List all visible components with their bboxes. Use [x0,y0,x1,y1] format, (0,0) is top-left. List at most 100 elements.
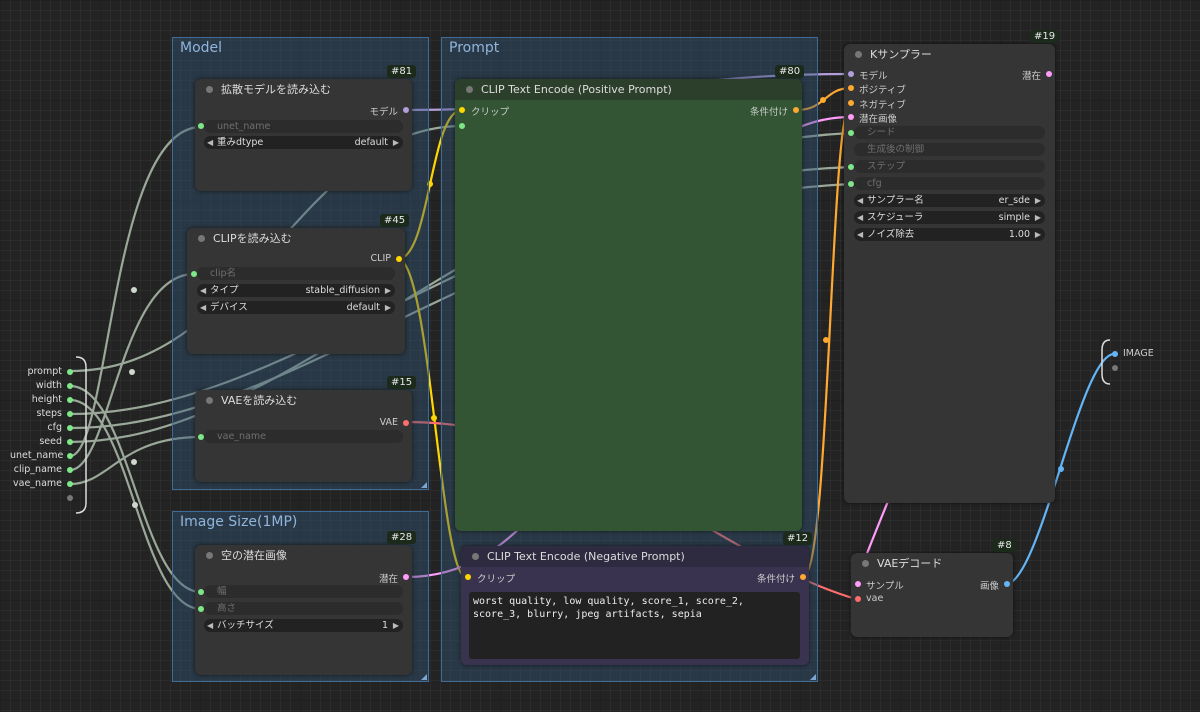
node-title[interactable]: VAEデコード [851,553,1013,574]
collapse-dot[interactable] [862,560,869,567]
input-pin-latent-image[interactable] [848,114,854,120]
input-pin[interactable] [67,383,73,389]
input-pin-positive[interactable] [848,85,854,91]
output-pin-image[interactable] [1004,581,1010,587]
collapse-dot[interactable] [206,86,213,93]
arrow-right-icon[interactable]: ▶ [393,619,399,632]
unet-name-widget[interactable]: unet_name [204,120,403,133]
output-pin-clip[interactable] [396,256,402,262]
type-combo[interactable]: ◀ タイプ stable_diffusion ▶ [197,284,395,297]
output-pin-image[interactable] [1112,351,1118,357]
collapse-dot[interactable] [198,235,205,242]
arrow-right-icon[interactable]: ▶ [1035,194,1041,207]
node-id-badge: #15 [387,376,417,389]
arrow-left-icon[interactable]: ◀ [857,194,863,207]
input-label-model: モデル [859,71,888,82]
output-pin-latent[interactable] [403,574,409,580]
resize-handle[interactable] [421,674,427,680]
node-title[interactable]: VAEを読み込む [195,390,412,411]
sampler-name-combo[interactable]: ◀ サンプラー名 er_sde ▶ [854,194,1045,207]
output-pin-empty[interactable] [1112,365,1118,371]
clip-name-widget[interactable]: clip名 [197,267,395,280]
input-pin-negative[interactable] [848,100,854,106]
node-ksampler[interactable]: Kサンプラー モデル ポジティブ ネガティブ 潜在画像 潜在 シード 生成後の制… [844,44,1055,503]
node-vae-loader[interactable]: VAEを読み込む VAE vae_name [195,390,412,482]
arrow-left-icon[interactable]: ◀ [207,619,213,632]
output-pin-vae[interactable] [403,420,409,426]
resize-handle[interactable] [421,482,427,488]
cfg-widget[interactable]: cfg [854,177,1045,190]
group-title: Image Size(1MP) [180,514,298,530]
collapse-dot[interactable] [206,397,213,404]
arrow-right-icon[interactable]: ▶ [385,301,391,314]
node-title[interactable]: Kサンプラー [844,44,1055,65]
arrow-left-icon[interactable]: ◀ [857,228,863,241]
arrow-left-icon[interactable]: ◀ [200,284,206,297]
scheduler-combo[interactable]: ◀ スケジューラ simple ▶ [854,211,1045,224]
output-pin-conditioning[interactable] [793,107,799,113]
collapse-dot[interactable] [855,51,862,58]
input-pin[interactable] [67,453,73,459]
negative-prompt-textarea[interactable]: worst quality, low quality, score_1, sco… [469,592,800,659]
widget-value: default [354,137,388,148]
device-combo[interactable]: ◀ デバイス default ▶ [197,301,395,314]
collapse-dot[interactable] [206,552,213,559]
input-pin-clip[interactable] [459,107,465,113]
node-empty-latent[interactable]: 空の潜在画像 潜在 幅 高さ ◀ バッチサイズ 1 ▶ [195,545,412,675]
output-label-conditioning: 条件付け [756,574,795,585]
arrow-right-icon[interactable]: ▶ [1035,211,1041,224]
collapse-dot[interactable] [466,86,473,93]
steps-widget[interactable]: ステップ [854,160,1045,173]
batch-size-widget[interactable]: ◀ バッチサイズ 1 ▶ [204,619,403,632]
node-title[interactable]: CLIPを読み込む [187,228,405,249]
arrow-right-icon[interactable]: ▶ [385,284,391,297]
widget-label: デバイス [210,302,248,313]
node-title[interactable]: CLIP Text Encode (Negative Prompt) [461,546,809,567]
node-clip-negative[interactable]: CLIP Text Encode (Negative Prompt) クリップ … [461,546,809,665]
input-pin-clip[interactable] [465,574,471,580]
vae-name-widget[interactable]: vae_name [204,430,403,443]
input-pin[interactable] [67,467,73,473]
width-widget[interactable]: 幅 [204,585,403,598]
input-pin-vae[interactable] [855,596,861,602]
input-pin[interactable] [67,425,73,431]
arrow-left-icon[interactable]: ◀ [207,136,213,149]
node-unet-loader[interactable]: 拡散モデルを読み込む モデル unet_name ◀ 重みdtype default… [195,79,412,191]
input-pin-empty[interactable] [67,495,73,501]
arrow-right-icon[interactable]: ▶ [1035,228,1041,241]
output-pin-model[interactable] [403,107,409,113]
title-text: 空の潜在画像 [221,549,287,562]
node-clip-positive[interactable]: CLIP Text Encode (Positive Prompt) クリップ … [455,79,802,531]
input-pin[interactable] [67,369,73,375]
weight-dtype-combo[interactable]: ◀ 重みdtype default ▶ [204,136,403,149]
input-pin-model[interactable] [848,71,854,77]
node-title[interactable]: CLIP Text Encode (Positive Prompt) [455,79,802,100]
input-label-height: height [31,394,62,405]
seed-widget[interactable]: シード [854,126,1045,139]
node-title[interactable]: 拡散モデルを読み込む [195,79,412,100]
input-pin[interactable] [67,397,73,403]
resize-handle[interactable] [810,674,816,680]
input-pin[interactable] [67,411,73,417]
node-vae-decode[interactable]: VAEデコード サンプル vae 画像 [851,553,1013,637]
input-pin-text[interactable] [459,123,465,129]
title-text: CLIP Text Encode (Negative Prompt) [487,550,685,563]
input-pin-samples[interactable] [855,581,861,587]
control-after-generate-widget[interactable]: 生成後の制御 [854,143,1045,156]
arrow-left-icon[interactable]: ◀ [200,301,206,314]
node-clip-loader[interactable]: CLIPを読み込む CLIP clip名 ◀ タイプ stable_diffusio… [187,228,405,354]
widget-label: ステップ [867,161,906,172]
input-pin[interactable] [67,439,73,445]
denoise-slider[interactable]: ◀ ノイズ除去 1.00 ▶ [854,228,1045,241]
arrow-left-icon[interactable]: ◀ [857,211,863,224]
output-pin-conditioning[interactable] [800,574,806,580]
widget-label: ノイズ除去 [867,229,915,240]
arrow-right-icon[interactable]: ▶ [393,136,399,149]
node-title[interactable]: 空の潜在画像 [195,545,412,566]
collapse-dot[interactable] [472,553,479,560]
height-widget[interactable]: 高さ [204,602,403,615]
input-label-clip: クリップ [477,574,516,585]
input-pin[interactable] [67,481,73,487]
output-pin-latent[interactable] [1046,71,1052,77]
title-text: VAEデコード [877,557,943,570]
